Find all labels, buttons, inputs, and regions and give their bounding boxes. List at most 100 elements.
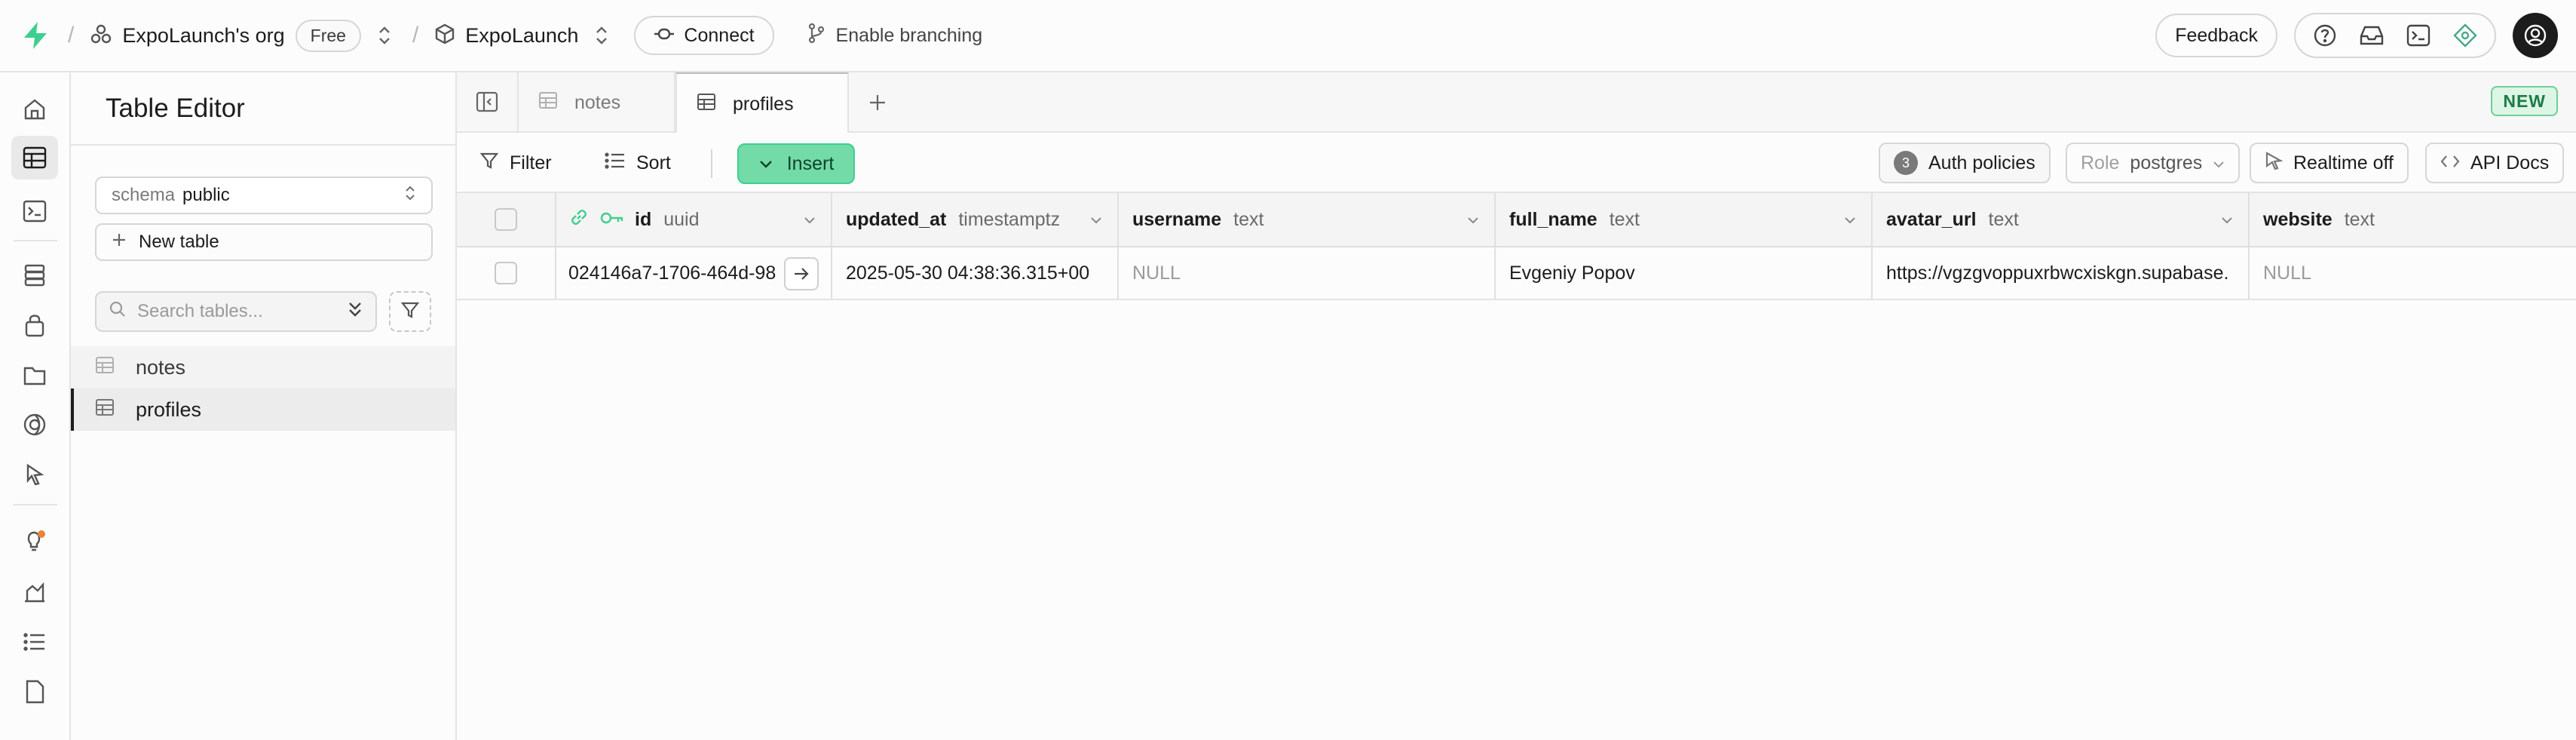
foreign-key-link-icon	[568, 207, 590, 233]
project-switch-chevron-icon[interactable]	[590, 20, 613, 51]
code-brackets-icon	[2440, 152, 2460, 174]
org-name[interactable]: ExpoLaunch's org	[122, 24, 284, 48]
data-grid: id uuid updated_at timestamptz username …	[457, 193, 2576, 740]
row-checkbox[interactable]	[495, 262, 517, 284]
enable-branching-button[interactable]: Enable branching	[807, 23, 982, 49]
column-name: id	[635, 208, 652, 230]
database-icon[interactable]	[11, 253, 58, 297]
docs-file-icon[interactable]	[11, 670, 58, 714]
inbox-icon[interactable]	[2350, 16, 2394, 55]
sidebar-table-profiles[interactable]: profiles	[71, 388, 455, 431]
rail-divider	[14, 240, 57, 241]
cell-website[interactable]: NULL	[2250, 247, 2576, 299]
sort-button[interactable]: Sort	[597, 143, 678, 183]
cell-full-name[interactable]: Evgeniy Popov	[1496, 247, 1873, 299]
cell-value: 2025-05-30 04:38:36.315+00	[846, 262, 1090, 284]
org-selector[interactable]: ExpoLaunch's org Free	[90, 19, 361, 52]
column-name: updated_at	[846, 208, 947, 230]
cell-value: https://vgzgvoppuxrbwcxiskgn.supabase.	[1886, 262, 2229, 284]
toggle-sidebar-icon[interactable]	[457, 72, 519, 131]
cell-value: Evgeniy Popov	[1509, 262, 1635, 284]
terminal-icon[interactable]	[2397, 16, 2440, 55]
table-row[interactable]: 024146a7-1706-464d-9826-4ac36… 2025-05-3…	[457, 247, 2576, 300]
column-type: timestamptz	[958, 208, 1061, 230]
table-editor-icon[interactable]	[11, 136, 58, 180]
sidebar-table-notes[interactable]: notes	[71, 346, 455, 388]
tab-profiles[interactable]: profiles	[675, 72, 849, 134]
column-header-id[interactable]: id uuid	[556, 193, 832, 246]
sql-editor-icon[interactable]	[11, 189, 58, 233]
insert-label: Insert	[786, 152, 835, 174]
realtime-icon[interactable]	[11, 453, 58, 496]
column-header-username[interactable]: username text	[1119, 193, 1496, 246]
column-menu-chevron-icon[interactable]	[1466, 211, 1481, 233]
column-header-updated-at[interactable]: updated_at timestamptz	[832, 193, 1119, 246]
filter-icon	[479, 151, 499, 176]
cell-avatar-url[interactable]: https://vgzgvoppuxrbwcxiskgn.supabase.	[1873, 247, 2250, 299]
new-feature-badge[interactable]: NEW	[2491, 86, 2558, 116]
api-docs-button[interactable]: API Docs	[2425, 143, 2565, 183]
auth-policies-label: Auth policies	[1928, 152, 2035, 173]
auth-icon[interactable]	[11, 303, 58, 347]
editor-tab-bar: notes profiles NEW	[457, 72, 2576, 134]
select-all-checkbox[interactable]	[495, 208, 517, 231]
cell-username[interactable]: NULL	[1119, 247, 1496, 299]
column-header-full-name[interactable]: full_name text	[1496, 193, 1873, 246]
search-tables-input[interactable]	[137, 301, 336, 322]
sidebar-title: Table Editor	[106, 94, 245, 123]
filter-label: Filter	[510, 152, 552, 173]
user-avatar[interactable]	[2513, 13, 2558, 58]
auth-policies-button[interactable]: 3 Auth policies	[1879, 143, 2051, 183]
reports-chart-icon[interactable]	[11, 570, 58, 614]
connect-button[interactable]: Connect	[634, 16, 774, 55]
column-header-website[interactable]: website text	[2250, 193, 2576, 246]
tab-label: notes	[574, 91, 621, 113]
search-tables-field[interactable]	[95, 291, 377, 332]
filter-tables-button[interactable]	[389, 291, 431, 332]
role-select[interactable]: Role postgres	[2066, 143, 2241, 183]
column-menu-chevron-icon[interactable]	[1089, 211, 1104, 233]
home-icon[interactable]	[11, 88, 58, 131]
tab-notes[interactable]: notes	[519, 72, 675, 133]
sidebar-divider	[71, 144, 455, 146]
role-value: postgres	[2130, 152, 2203, 173]
insert-button[interactable]: Insert	[737, 143, 855, 184]
primary-key-icon	[600, 209, 624, 231]
storage-icon[interactable]	[11, 353, 58, 397]
expand-row-arrow-icon[interactable]	[784, 257, 819, 290]
plug-icon	[654, 25, 675, 47]
filter-button[interactable]: Filter	[472, 143, 559, 183]
table-icon	[95, 356, 115, 379]
edge-functions-icon[interactable]	[11, 403, 58, 447]
connect-label: Connect	[684, 24, 755, 46]
cell-id[interactable]: 024146a7-1706-464d-9826-4ac36…	[556, 247, 832, 299]
collapse-all-chevrons-icon[interactable]	[347, 299, 363, 324]
cell-updated-at[interactable]: 2025-05-30 04:38:36.315+00	[832, 247, 1119, 299]
logs-list-icon[interactable]	[11, 620, 58, 664]
sidebar-table-label: profiles	[136, 398, 202, 421]
supabase-logo-icon[interactable]	[20, 20, 51, 51]
feedback-button[interactable]: Feedback	[2155, 14, 2277, 57]
org-switch-chevron-icon[interactable]	[373, 20, 396, 51]
column-menu-chevron-icon[interactable]	[802, 211, 817, 233]
table-editor-sidebar: Table Editor schema public New table not…	[71, 72, 457, 740]
column-header-avatar-url[interactable]: avatar_url text	[1873, 193, 2250, 246]
new-table-button[interactable]: New table	[95, 223, 433, 261]
new-table-label: New table	[139, 232, 219, 252]
realtime-toggle-button[interactable]: Realtime off	[2250, 143, 2409, 183]
assistant-icon[interactable]	[2443, 16, 2487, 55]
schema-select[interactable]: schema public	[95, 177, 433, 214]
cell-value: 024146a7-1706-464d-9826-4ac36…	[568, 262, 776, 284]
chevron-down-icon	[758, 153, 773, 175]
column-type: text	[1988, 208, 2019, 230]
topbar-icon-group	[2294, 13, 2496, 58]
project-selector[interactable]: ExpoLaunch	[435, 23, 578, 48]
advisors-lightbulb-icon[interactable]	[11, 519, 58, 563]
project-name[interactable]: ExpoLaunch	[465, 24, 578, 48]
cell-null-value: NULL	[1132, 262, 1181, 284]
column-menu-chevron-icon[interactable]	[1842, 211, 1858, 233]
column-menu-chevron-icon[interactable]	[2219, 211, 2234, 233]
table-icon	[538, 91, 558, 115]
add-tab-plus-icon[interactable]	[856, 81, 899, 124]
help-icon[interactable]	[2303, 16, 2347, 55]
